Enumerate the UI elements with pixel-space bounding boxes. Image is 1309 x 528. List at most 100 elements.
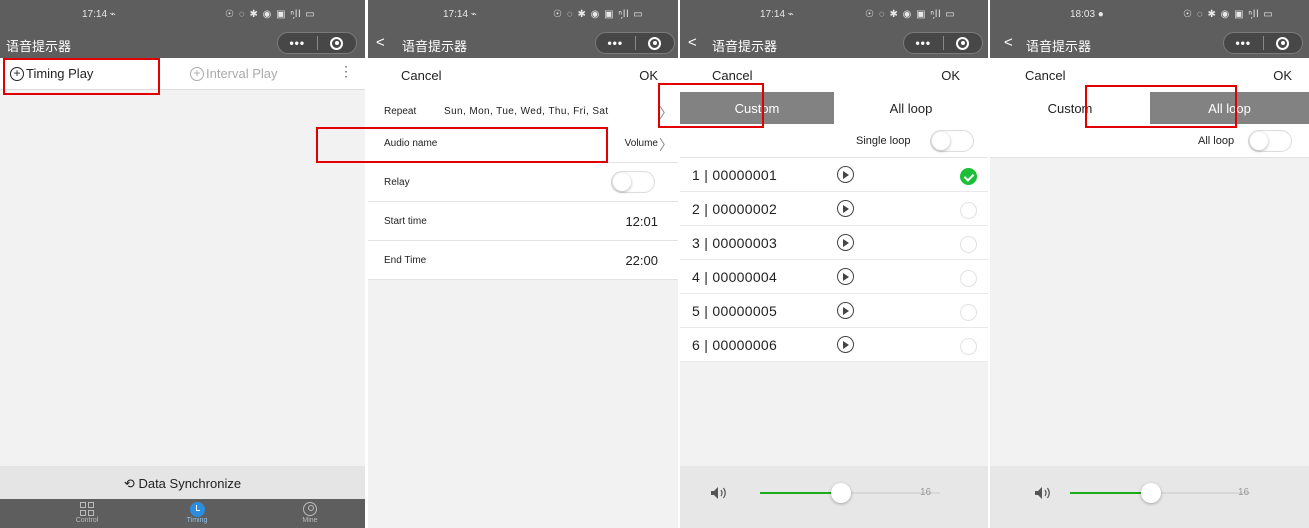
tab-interval-label: Interval Play — [206, 66, 278, 81]
segment-custom[interactable]: Custom — [990, 92, 1150, 124]
relay-row: Relay — [368, 163, 678, 202]
radio-circle-icon[interactable] — [960, 202, 977, 219]
audio-list-item[interactable]: 4 | 00000004 — [680, 260, 988, 294]
status-bar: 17:14 ⌁ ☉ ◌ ✱ ◉ ▣ ⁿ᷊ll ▭ — [368, 0, 678, 28]
play-icon[interactable] — [837, 336, 854, 353]
action-row: Cancel OK — [368, 58, 678, 92]
segment-custom[interactable]: Custom — [680, 92, 834, 124]
audio-name: 1 | 00000001 — [692, 167, 778, 183]
segment-all-loop[interactable]: All loop — [834, 92, 988, 124]
end-time-row[interactable]: End Time 22:00 — [368, 241, 678, 280]
audio-list-item[interactable]: 1 | 00000001 — [680, 158, 988, 192]
status-bar: 18:03 ● ☉ ◌ ✱ ◉ ▣ ⁿ᷊ll ▭ — [990, 0, 1309, 28]
audio-name: 3 | 00000003 — [692, 235, 778, 251]
cancel-button[interactable]: Cancel — [712, 68, 752, 83]
start-time-label: Start time — [384, 216, 427, 227]
audio-list-item[interactable]: 5 | 00000005 — [680, 294, 988, 328]
all-loop-toggle[interactable] — [1248, 130, 1292, 152]
close-mini-program-button[interactable] — [317, 36, 356, 50]
segment-all-loop[interactable]: All loop — [1150, 92, 1309, 124]
tabbar-item-mine[interactable]: Mine — [280, 501, 340, 524]
tab-interval-play[interactable]: + Interval Play — [190, 66, 278, 81]
back-arrow-icon[interactable]: < — [1004, 34, 1013, 51]
volume-knob[interactable] — [831, 483, 851, 503]
play-icon[interactable] — [837, 302, 854, 319]
app-title: 语音提示器 — [402, 39, 468, 54]
sync-icon: ⟲ — [123, 476, 135, 491]
single-loop-label: Single loop — [856, 135, 911, 147]
app-title: 语音提示器 — [6, 39, 72, 54]
play-icon[interactable] — [837, 268, 854, 285]
audio-list-item[interactable]: 2 | 00000002 — [680, 192, 988, 226]
grid-icon — [80, 502, 94, 516]
single-loop-row: Single loop — [680, 124, 988, 158]
end-time-value: 22:00 — [625, 253, 658, 268]
status-icons: ☉ ◌ ✱ ◉ ▣ ⁿ᷊ll ▭ — [1183, 9, 1274, 20]
ok-button[interactable]: OK — [941, 68, 960, 83]
action-row: Cancel OK — [990, 58, 1309, 92]
single-loop-toggle[interactable] — [930, 130, 974, 152]
user-icon — [303, 502, 317, 516]
audio-name-label: Audio name — [384, 138, 438, 149]
volume-slider[interactable] — [760, 483, 940, 503]
ok-button[interactable]: OK — [639, 68, 658, 83]
cancel-button[interactable]: Cancel — [401, 68, 441, 83]
close-mini-program-button[interactable] — [635, 36, 674, 50]
more-menu-icon[interactable]: ••• — [904, 36, 943, 50]
mini-program-capsule: ••• — [277, 32, 357, 54]
target-icon — [330, 36, 344, 50]
tabbar-label: Timing — [186, 517, 208, 524]
audio-name: 2 | 00000002 — [692, 201, 778, 217]
status-bar: 17:14 ⌁ ☉ ◌ ✱ ◉ ▣ ⁿ᷊ll ▭ — [680, 0, 988, 28]
start-time-row[interactable]: Start time 12:01 — [368, 202, 678, 241]
all-loop-row: All loop — [990, 124, 1309, 158]
tabbar-item-timing[interactable]: Timing — [167, 501, 227, 524]
volume-knob[interactable] — [1141, 483, 1161, 503]
mini-program-capsule: ••• — [1223, 32, 1303, 54]
back-arrow-icon[interactable]: < — [688, 34, 697, 51]
mini-program-capsule: ••• — [595, 32, 675, 54]
play-icon[interactable] — [837, 234, 854, 251]
repeat-label: Repeat — [384, 106, 417, 117]
play-icon[interactable] — [837, 200, 854, 217]
target-icon — [1276, 36, 1290, 50]
data-synchronize-button[interactable]: ⟲ Data Synchronize — [0, 466, 365, 499]
tab-timing-play[interactable]: + Timing Play — [10, 66, 93, 81]
nav-bar: < 语音提示器 ••• — [680, 28, 988, 58]
volume-slider[interactable] — [1070, 483, 1250, 503]
tab-timing-label: Timing Play — [26, 66, 94, 81]
add-circle-icon: + — [190, 66, 204, 81]
nav-bar: < 语音提示器 ••• — [368, 28, 678, 58]
audio-name-row[interactable]: Audio name Volume 〉 — [368, 124, 678, 163]
audio-list-item[interactable]: 6 | 00000006 — [680, 328, 988, 362]
back-arrow-icon[interactable]: < — [376, 34, 385, 51]
radio-circle-icon[interactable] — [960, 270, 977, 287]
audio-select-custom-screen: 17:14 ⌁ ☉ ◌ ✱ ◉ ▣ ⁿ᷊ll ▭ < 语音提示器 ••• Can… — [680, 0, 988, 528]
volume-value: 16 — [1238, 487, 1250, 498]
loop-mode-segment: Custom All loop — [990, 92, 1309, 124]
volume-fill — [760, 492, 841, 494]
volume-value: 16 — [920, 487, 932, 498]
close-mini-program-button[interactable] — [943, 36, 982, 50]
radio-circle-icon[interactable] — [960, 304, 977, 321]
more-menu-icon[interactable]: ••• — [1224, 36, 1263, 50]
kebab-menu-icon[interactable]: ⋮ — [339, 64, 353, 78]
relay-toggle[interactable] — [611, 171, 655, 193]
radio-circle-icon[interactable] — [960, 236, 977, 253]
audio-name: 4 | 00000004 — [692, 269, 778, 285]
radio-circle-icon[interactable] — [960, 338, 977, 355]
more-menu-icon[interactable]: ••• — [278, 36, 317, 50]
ok-button[interactable]: OK — [1273, 68, 1292, 83]
status-icons: ☉ ◌ ✱ ◉ ▣ ⁿ᷊ll ▭ — [553, 9, 644, 20]
tabbar-item-control[interactable]: Control — [57, 501, 117, 524]
target-icon — [648, 36, 662, 50]
add-circle-icon: + — [10, 66, 24, 81]
cancel-button[interactable]: Cancel — [1025, 68, 1065, 83]
volume-bar: 16 — [680, 466, 988, 528]
audio-list-item[interactable]: 3 | 00000003 — [680, 226, 988, 260]
more-menu-icon[interactable]: ••• — [596, 36, 635, 50]
close-mini-program-button[interactable] — [1263, 36, 1302, 50]
selected-check-icon[interactable] — [960, 168, 977, 185]
play-icon[interactable] — [837, 166, 854, 183]
nav-bar: < 语音提示器 ••• — [990, 28, 1309, 58]
